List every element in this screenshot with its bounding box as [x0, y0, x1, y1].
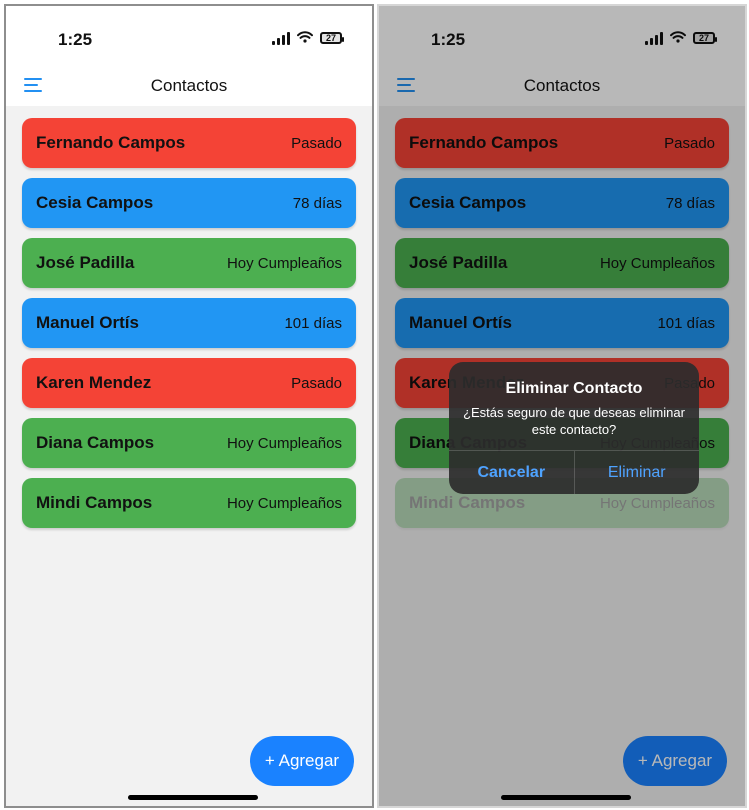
comparison-canvas: 1:25 27 Contactos Fernando Campos Pasado…	[0, 0, 749, 810]
top-bar: 1:25 27 Contactos	[6, 6, 372, 106]
dialog-title: Eliminar Contacto	[505, 380, 643, 397]
status-bar: 1:25 27	[6, 6, 372, 66]
contact-row-cesia[interactable]: Cesia Campos 78 días	[22, 178, 356, 228]
delete-button[interactable]: Eliminar	[575, 451, 700, 494]
contact-row-manuel[interactable]: Manuel Ortís 101 días	[22, 298, 356, 348]
battery-icon: 27	[320, 32, 344, 44]
contact-list: Fernando Campos Pasado Cesia Campos 78 día…	[22, 118, 356, 538]
contact-status: Pasado	[291, 134, 342, 152]
contact-row-fernando[interactable]: Fernando Campos Pasado	[22, 118, 356, 168]
add-contact-button[interactable]: + Agregar	[250, 736, 354, 786]
dialog-message: ¿Estás seguro de que deseas eliminar est…	[463, 405, 685, 437]
app-header: Contactos	[6, 66, 372, 106]
contact-status: 78 días	[292, 194, 342, 212]
cancel-button[interactable]: Cancelar	[449, 451, 575, 494]
contact-status: Hoy Cumpleaños	[226, 254, 342, 272]
contact-name: José Padilla	[36, 253, 135, 272]
battery-level: 27	[325, 32, 336, 43]
signal-icon	[272, 31, 290, 45]
contact-status: Pasado	[291, 374, 342, 392]
delete-contact-dialog: Eliminar Contacto ¿Estás seguro de que d…	[449, 362, 699, 494]
contact-row-jose[interactable]: José Padilla Hoy Cumpleaños	[22, 238, 356, 288]
contact-name: Diana Campos	[36, 433, 155, 452]
contact-name: Karen Mendez	[36, 373, 152, 392]
contact-name: Cesia Campos	[36, 193, 154, 212]
dialog-actions: Cancelar Eliminar	[449, 450, 699, 494]
contact-name: Manuel Ortís	[36, 313, 139, 332]
status-icons: 27	[272, 30, 344, 46]
home-indicator	[128, 795, 258, 800]
phone-screen-delete-dialog: 1:25 27 Contactos Fernando Campos Pasado…	[377, 4, 747, 808]
contact-name: Fernando Campos	[36, 133, 186, 152]
status-time: 1:25	[58, 30, 93, 49]
phone-screen-contacts: 1:25 27 Contactos Fernando Campos Pasado…	[4, 4, 374, 808]
wifi-icon	[297, 30, 313, 46]
contact-status: 101 días	[284, 314, 342, 332]
contact-row-karen[interactable]: Karen Mendez Pasado	[22, 358, 356, 408]
contact-status: Hoy Cumpleaños	[226, 434, 342, 452]
contact-row-diana[interactable]: Diana Campos Hoy Cumpleaños	[22, 418, 356, 468]
contact-row-mindi[interactable]: Mindi Campos Hoy Cumpleaños	[22, 478, 356, 528]
contact-name: Mindi Campos	[36, 493, 153, 512]
page-title: Contactos	[150, 76, 228, 95]
contact-status: Hoy Cumpleaños	[226, 494, 342, 512]
